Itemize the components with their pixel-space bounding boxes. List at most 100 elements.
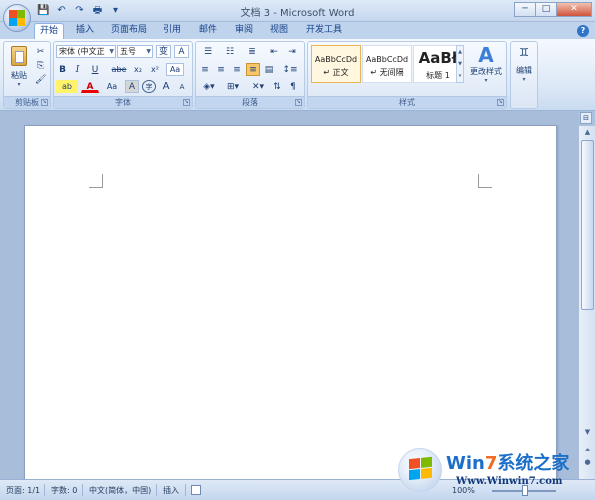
macro-record-icon[interactable] (191, 485, 201, 495)
tab-insert[interactable]: 插入 (70, 23, 100, 39)
chevron-down-icon: ▼ (109, 48, 114, 55)
distributed-icon[interactable]: ▤ (262, 63, 276, 76)
style-name: 标题 1 (426, 71, 450, 80)
character-shading-button[interactable]: A (125, 80, 139, 93)
styles-group: AaBbCcDd ↵ 正文 AaBbCcDd ↵ 无间隔 AaBł 标题 1 ▲… (307, 41, 507, 109)
scroll-up-icon[interactable]: ▲ (581, 126, 594, 139)
ribbon-tabs: 开始 插入 页面布局 引用 邮件 审阅 视图 开发工具 ? (0, 22, 595, 39)
language-indicator[interactable]: 中文(简体，中国) (89, 485, 151, 496)
numbering-icon[interactable]: ☷ (220, 45, 240, 58)
change-styles-icon: A (478, 43, 494, 67)
paste-dropdown-icon: ▾ (17, 81, 21, 88)
office-logo-icon (9, 10, 25, 26)
style-name: ↵ 无间隔 (370, 68, 404, 77)
shading-icon[interactable]: ◈▾ (198, 80, 220, 93)
clipboard-icon (11, 46, 27, 66)
document-page[interactable] (24, 125, 557, 480)
align-right-icon[interactable]: ≡ (230, 63, 244, 76)
cut-icon[interactable]: ✂ (34, 45, 47, 58)
sort-icon[interactable]: ⇅ (270, 80, 284, 93)
borders-icon[interactable]: ⊞▾ (222, 80, 244, 93)
site-watermark: Win7系统之家 Www.Winwin7.com (398, 446, 590, 494)
align-left-icon[interactable]: ≡ (198, 63, 212, 76)
style-normal[interactable]: AaBbCcDd ↵ 正文 (311, 45, 361, 83)
scroll-down-icon[interactable]: ▼ (581, 426, 594, 439)
close-button[interactable]: ✕ (556, 2, 592, 17)
style-no-spacing[interactable]: AaBbCcDd ↵ 无间隔 (362, 45, 412, 83)
subscript-button[interactable]: x₂ (130, 63, 146, 76)
paragraph-group-label: 段落 (196, 96, 304, 108)
watermark-url: Www.Winwin7.com (456, 476, 563, 487)
justify-icon[interactable]: ≡ (246, 63, 260, 76)
underline-button[interactable]: U (86, 63, 104, 76)
line-spacing-icon[interactable]: ↕≡ (280, 63, 300, 76)
change-styles-label: 更改样式 (470, 67, 502, 76)
font-size-combo[interactable]: 五号 ▼ (117, 45, 153, 58)
increase-indent-icon[interactable]: ⇥ (284, 45, 300, 58)
view-ruler-button[interactable]: ⊟ (580, 112, 592, 124)
bold-button[interactable]: B (56, 63, 69, 76)
window-controls: ─ □ ✕ (514, 2, 592, 17)
clipboard-group: 粘贴 ▾ ✂ ⎘ 🖌 剪贴板 ↘ (3, 41, 51, 109)
ribbon: 粘贴 ▾ ✂ ⎘ 🖌 剪贴板 ↘ 宋体 (中文正 ▼ 五号 ▼ 变 A B I … (0, 39, 595, 111)
styles-launcher-icon[interactable]: ↘ (497, 99, 504, 106)
help-icon[interactable]: ? (577, 25, 589, 37)
change-case-button[interactable]: Aa (102, 80, 122, 93)
styles-group-label: 样式 (308, 96, 506, 108)
font-size-value: 五号 (120, 47, 136, 56)
decrease-indent-icon[interactable]: ⇤ (266, 45, 282, 58)
tab-mailings[interactable]: 邮件 (193, 23, 223, 39)
tab-review[interactable]: 审阅 (229, 23, 259, 39)
enclose-characters-button[interactable]: 字 (142, 80, 156, 93)
shrink-font-button[interactable]: A (175, 80, 189, 93)
chinese-layout-icon[interactable]: ✕▾ (248, 80, 268, 93)
tab-developer[interactable]: 开发工具 (303, 23, 345, 39)
tab-view[interactable]: 视图 (264, 23, 294, 39)
styles-scroll[interactable]: ▲ ▼ ▾ (456, 45, 464, 83)
vertical-scrollbar[interactable]: ▲ ▼ ⏶ ● (578, 126, 595, 479)
tab-home[interactable]: 开始 (34, 23, 64, 39)
windows-flag-icon (409, 456, 432, 481)
text-highlight-button[interactable]: ab (56, 80, 78, 93)
phonetic-guide-button[interactable]: 变 (156, 45, 171, 58)
change-styles-button[interactable]: A 更改样式 ▾ (466, 44, 506, 88)
paste-label: 粘贴 (11, 71, 27, 80)
bullets-icon[interactable]: ☰ (198, 45, 218, 58)
minimize-button[interactable]: ─ (514, 2, 536, 17)
italic-button[interactable]: I (71, 63, 84, 76)
font-launcher-icon[interactable]: ↘ (183, 99, 190, 106)
grow-font-button[interactable]: A (159, 80, 173, 93)
clear-formatting-button[interactable]: Aa (166, 63, 184, 76)
scroll-thumb[interactable] (581, 140, 594, 310)
insert-mode[interactable]: 插入 (163, 485, 179, 496)
office-button[interactable] (3, 4, 31, 32)
font-group: 宋体 (中文正 ▼ 五号 ▼ 变 A B I U abe x₂ x² Aa ab… (53, 41, 193, 109)
tab-page-layout[interactable]: 页面布局 (108, 23, 150, 39)
word-count[interactable]: 字数: 0 (51, 485, 77, 496)
window-title: 文档 3 - Microsoft Word (240, 8, 355, 19)
strikethrough-button[interactable]: abe (109, 63, 129, 76)
tab-references[interactable]: 引用 (157, 23, 187, 39)
format-painter-icon[interactable]: 🖌 (34, 73, 47, 86)
style-name: ↵ 正文 (323, 68, 349, 77)
multilevel-list-icon[interactable]: ≣ (242, 45, 262, 58)
align-center-icon[interactable]: ≡ (214, 63, 228, 76)
font-name-combo[interactable]: 宋体 (中文正 ▼ (56, 45, 116, 58)
editing-group: ♊ 编辑 ▾ (510, 41, 538, 109)
binoculars-icon: ♊ (519, 46, 529, 59)
font-color-button[interactable]: A (81, 80, 99, 93)
character-border-button[interactable]: A (174, 45, 189, 58)
paste-button[interactable]: 粘贴 ▾ (7, 44, 31, 88)
superscript-button[interactable]: x² (147, 63, 163, 76)
maximize-button[interactable]: □ (535, 2, 557, 17)
font-group-label: 字体 (54, 96, 192, 108)
copy-icon[interactable]: ⎘ (34, 59, 47, 72)
show-marks-icon[interactable]: ¶ (286, 80, 300, 93)
editing-button[interactable]: ♊ 编辑 ▾ (512, 44, 536, 92)
document-workspace (0, 111, 578, 480)
paragraph-launcher-icon[interactable]: ↘ (295, 99, 302, 106)
page-count[interactable]: 页面: 1/1 (6, 485, 40, 496)
paragraph-group: ☰ ☷ ≣ ⇤ ⇥ ≡ ≡ ≡ ≡ ▤ ↕≡ ◈▾ ⊞▾ ✕▾ ⇅ ¶ 段落 ↘ (195, 41, 305, 109)
clipboard-launcher-icon[interactable]: ↘ (41, 99, 48, 106)
editing-label: 编辑 (516, 66, 532, 75)
